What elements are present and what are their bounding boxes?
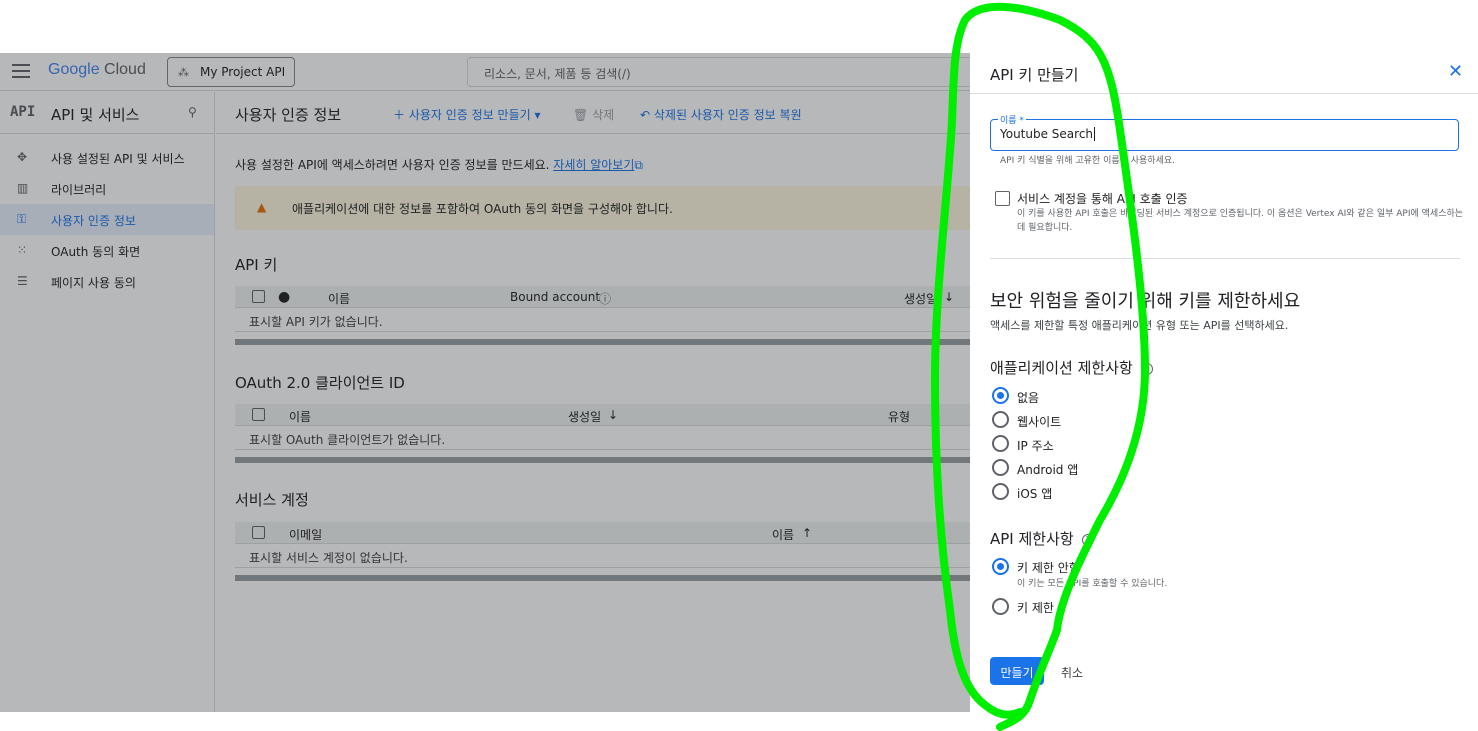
radio-api-no-restrict[interactable] [992,558,1009,575]
app-restrict-title: 애플리케이션 제한사항 [990,359,1133,377]
service-account-desc: 이 키를 사용한 API 호출은 바인딩된 서비스 계정으로 인증됩니다. 이 … [1017,209,1464,233]
radio-app-android[interactable] [992,459,1009,476]
help-icon[interactable]: ? [1140,362,1153,375]
panel-title: API 키 만들기 [990,66,1079,84]
radio-api-restrict-label: 키 제한 [1017,601,1054,615]
divider [970,93,1478,94]
radio-app-ios[interactable] [992,483,1009,500]
radio-app-ios-label: iOS 앱 [1017,487,1053,501]
name-input-value: Youtube Search [1000,127,1094,141]
close-icon[interactable]: ✕ [1448,61,1463,82]
api-restrict-heading: API 제한사항? [990,528,1094,549]
service-account-label: 서비스 계정을 통해 API 호출 인증 [1017,192,1188,206]
radio-app-ip-label: IP 주소 [1017,439,1054,453]
radio-api-restrict[interactable] [992,598,1009,615]
radio-app-website[interactable] [992,411,1009,428]
service-account-checkbox[interactable] [995,191,1010,206]
restrict-title: 보안 위험을 줄이기 위해 키를 제한하세요 [990,291,1301,312]
radio-app-website-label: 웹사이트 [1017,415,1062,429]
help-icon[interactable]: ? [1081,533,1094,546]
radio-app-none[interactable] [992,387,1009,404]
radio-api-no-restrict-desc: 이 키는 모든 API를 호출할 수 있습니다. [1017,579,1168,589]
radio-app-ip[interactable] [992,435,1009,452]
create-button[interactable]: 만들기 [990,657,1044,685]
radio-api-no-restrict-label: 키 제한 안함 [1017,561,1080,575]
radio-app-none-label: 없음 [1017,391,1040,405]
api-restrict-title: API 제한사항 [990,530,1074,548]
radio-app-android-label: Android 앱 [1017,463,1079,477]
name-input[interactable]: Youtube Search [990,119,1459,151]
create-api-key-panel: API 키 만들기 ✕ 이름 * Youtube Search API 키 식별… [970,53,1478,712]
modal-backdrop[interactable] [0,53,970,712]
restrict-subtitle: 액세스를 제한할 특정 애플리케이션 유형 또는 API를 선택하세요. [990,319,1289,332]
name-field-label: 이름 * [998,113,1026,126]
text-cursor [1094,127,1096,141]
name-hint: API 키 식별을 위해 고유한 이름을 사용하세요. [1000,156,1176,166]
app-restrict-heading: 애플리케이션 제한사항? [990,357,1153,378]
divider [990,258,1460,259]
cancel-button[interactable]: 취소 [1061,664,1083,681]
